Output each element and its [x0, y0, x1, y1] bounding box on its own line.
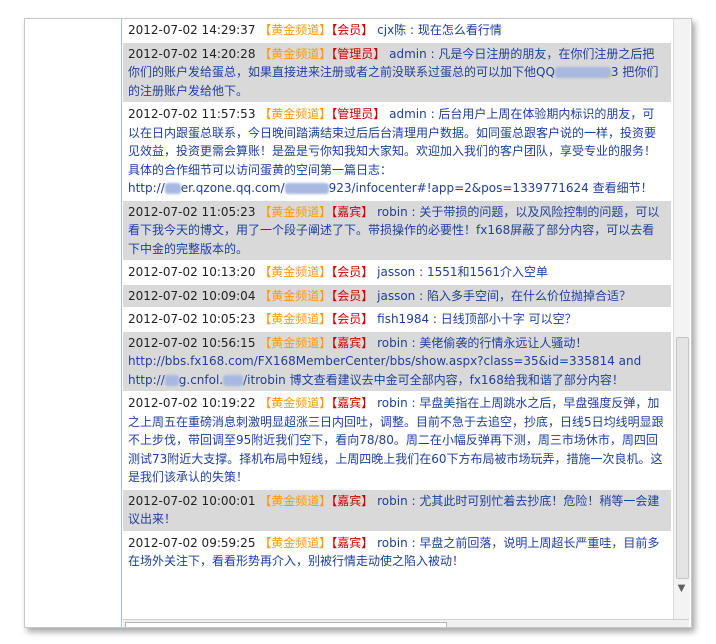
message-timestamp: 2012-07-02 14:20:28: [128, 46, 256, 61]
role-tag: 【嘉宾】: [331, 396, 374, 410]
message-text: 陷入多手空间，在什么价位抛掉合适？: [426, 288, 631, 303]
username[interactable]: fish1984: [377, 312, 429, 326]
role-tag: 【嘉宾】: [331, 493, 374, 508]
message-text-tail: 查看细节！: [588, 181, 653, 195]
username[interactable]: robin: [377, 396, 408, 410]
message-timestamp: 2012-07-02 11:57:53: [128, 107, 256, 121]
separator: :: [407, 493, 420, 508]
message-link[interactable]: http://bbs.fx168.com/FX168MemberCenter/b…: [128, 354, 641, 368]
chat-message: 2012-07-02 14:29:37 【黄金频道】【会员】 cjx陈 : 现在…: [123, 19, 671, 43]
role-tag: 【嘉宾】: [331, 535, 374, 550]
link-part[interactable]: er.qzone.qq.com/: [181, 181, 285, 195]
username[interactable]: cjx陈: [377, 23, 406, 37]
chat-message: 2012-07-02 10:00:01 【黄金频道】【嘉宾】 robin : 尤…: [123, 489, 671, 532]
role-tag: 【嘉宾】: [331, 335, 374, 350]
channel-tag: 【黄金频道】: [259, 46, 332, 61]
chat-message: 2012-07-02 11:05:23 【黄金频道】【嘉宾】 robin : 关…: [123, 200, 671, 261]
role-tag: 【会员】: [331, 265, 374, 279]
message-timestamp: 2012-07-02 10:56:15: [128, 335, 256, 350]
link-part[interactable]: 923/infocenter#!app=2&pos=1339771624: [329, 181, 589, 195]
channel-tag: 【黄金频道】: [259, 107, 332, 121]
chat-message-list[interactable]: 2012-07-02 14:29:37 【黄金频道】【会员】 cjx陈 : 现在…: [123, 19, 671, 619]
chat-message: 2012-07-02 10:13:20 【黄金频道】【会员】 jasson : …: [123, 261, 671, 285]
chat-message: 2012-07-02 10:56:15 【黄金频道】【嘉宾】 robin : 美…: [123, 331, 671, 392]
username[interactable]: robin: [377, 494, 408, 508]
username[interactable]: jasson: [377, 265, 415, 279]
message-text: 现在怎么看行情: [417, 23, 502, 37]
channel-tag: 【黄金频道】: [259, 288, 332, 303]
username[interactable]: admin: [389, 47, 427, 61]
separator: :: [407, 335, 420, 350]
channel-tag: 【黄金频道】: [259, 335, 332, 350]
message-text: 美佬偷袭的行情永远让人骚动！: [419, 335, 588, 350]
channel-tag: 【黄金频道】: [259, 535, 332, 550]
channel-tag: 【黄金频道】: [259, 493, 332, 508]
separator: :: [407, 535, 420, 550]
username[interactable]: robin: [377, 336, 408, 350]
link-part[interactable]: http://: [128, 181, 165, 195]
message-input[interactable]: [125, 622, 447, 627]
separator: :: [415, 288, 427, 303]
separator: :: [406, 23, 418, 37]
input-bar: [123, 619, 689, 627]
username[interactable]: jasson: [377, 289, 415, 303]
link-part[interactable]: http://: [128, 373, 165, 387]
scrollbar-thumb[interactable]: [676, 337, 689, 579]
separator: :: [407, 396, 420, 410]
redacted-link-part: [164, 183, 181, 194]
channel-tag: 【黄金频道】: [259, 312, 332, 326]
role-tag: 【会员】: [331, 23, 374, 37]
chat-message: 2012-07-02 10:19:22 【黄金频道】【嘉宾】 robin : 早…: [123, 392, 671, 490]
message-timestamp: 2012-07-02 14:29:37: [128, 23, 256, 37]
message-text: 日线顶部小十字 可以空？: [440, 312, 577, 326]
link-part[interactable]: g.cnfol.: [179, 373, 223, 387]
message-timestamp: 2012-07-02 11:05:23: [128, 204, 256, 219]
role-tag: 【嘉宾】: [331, 204, 374, 219]
separator: :: [429, 312, 441, 326]
message-text: 1551和1561介入空单: [426, 265, 549, 279]
username[interactable]: admin: [389, 107, 427, 121]
separator: :: [415, 265, 427, 279]
username[interactable]: robin: [377, 205, 408, 219]
separator: :: [426, 107, 439, 121]
chat-message: 2012-07-02 14:20:28 【黄金频道】【管理员】 admin : …: [123, 42, 671, 103]
redacted-qq-number: [554, 67, 611, 78]
username[interactable]: robin: [377, 536, 408, 550]
message-timestamp: 2012-07-02 10:09:04: [128, 288, 256, 303]
separator: :: [426, 46, 439, 61]
message-text-tail: 博文查看建议去中金可全部内容，fx168给我和谐了部分内容！: [285, 372, 624, 387]
redacted-link-part: [284, 183, 329, 194]
message-timestamp: 2012-07-02 09:59:25: [128, 535, 256, 550]
chat-message: 2012-07-02 11:57:53 【黄金频道】【管理员】 admin : …: [123, 103, 671, 201]
chat-window: 2012-07-02 14:29:37 【黄金频道】【会员】 cjx陈 : 现在…: [24, 18, 692, 628]
role-tag: 【管理员】: [331, 46, 386, 61]
scroll-down-arrow-icon[interactable]: ▼: [676, 583, 687, 595]
channel-tag: 【黄金频道】: [259, 396, 332, 410]
redacted-link-part: [164, 374, 179, 386]
channel-tag: 【黄金频道】: [259, 23, 332, 37]
message-timestamp: 2012-07-02 10:13:20: [128, 265, 256, 279]
separator: :: [407, 204, 420, 219]
channel-tag: 【黄金频道】: [259, 204, 332, 219]
role-tag: 【会员】: [331, 312, 374, 326]
link-part[interactable]: /itrobin: [243, 373, 286, 387]
channel-tag: 【黄金频道】: [259, 265, 332, 279]
role-tag: 【管理员】: [331, 107, 386, 121]
chat-message: 2012-07-02 10:09:04 【黄金频道】【会员】 jasson : …: [123, 284, 671, 308]
message-timestamp: 2012-07-02 10:00:01: [128, 493, 256, 508]
left-panel: [25, 19, 122, 627]
message-timestamp: 2012-07-02 10:19:22: [128, 396, 256, 410]
message-timestamp: 2012-07-02 10:05:23: [128, 312, 256, 326]
redacted-link-part: [223, 374, 244, 386]
chat-message: 2012-07-02 10:05:23 【黄金频道】【会员】 fish1984 …: [123, 308, 671, 332]
vertical-scrollbar[interactable]: ▼: [673, 19, 690, 619]
chat-message: 2012-07-02 09:59:25 【黄金频道】【嘉宾】 robin : 早…: [123, 531, 671, 574]
role-tag: 【会员】: [331, 288, 374, 303]
